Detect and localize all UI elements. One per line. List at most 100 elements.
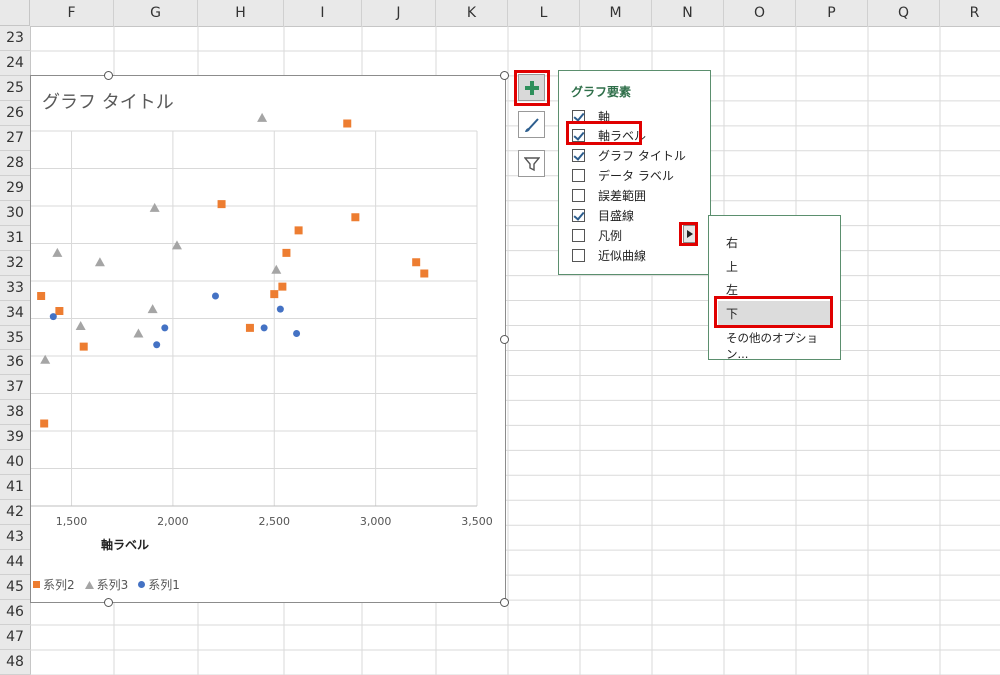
row-header-28[interactable]: 28 [0, 151, 30, 176]
row-header-48[interactable]: 48 [0, 650, 30, 675]
x-tick-label: 2,500 [259, 515, 291, 528]
data-point-square [420, 269, 429, 278]
data-point-square [270, 290, 279, 299]
chart-filters-button[interactable] [518, 150, 545, 177]
row-header-30[interactable]: 30 [0, 201, 30, 226]
legend-option-top[interactable]: 上 [726, 258, 738, 275]
row-header-27[interactable]: 27 [0, 126, 30, 151]
row-header-40[interactable]: 40 [0, 450, 30, 476]
chart-area[interactable]: グラフ タイトル 1,500 2,000 2,500 3,000 3,500 軸ラベル … [30, 75, 506, 603]
row-header-37[interactable]: 37 [0, 375, 30, 401]
row-header-35[interactable]: 35 [0, 326, 30, 351]
column-header-P[interactable]: P [796, 0, 868, 26]
row-header-38[interactable]: 38 [0, 400, 30, 426]
column-header-F[interactable]: F [30, 0, 114, 26]
chart-legend[interactable]: 系列2 系列3 系列1 [33, 576, 180, 593]
row-header-36[interactable]: 36 [0, 350, 30, 376]
highlight-axis-titles-item [566, 121, 642, 145]
legend-entry-series1[interactable]: 系列1 [138, 576, 180, 593]
row-header-46[interactable]: 46 [0, 600, 30, 626]
row-header-bar: 23 24 25 26 27 28 29 30 31 32 33 34 35 36 37 38 39 40 41 42… [0, 26, 31, 675]
row-header-42[interactable]: 42 [0, 500, 30, 526]
data-point-circle [49, 313, 57, 321]
column-header-K[interactable]: K [436, 0, 508, 26]
data-point-square [55, 307, 64, 315]
data-point-triangle [52, 247, 63, 257]
elements-item-trendline[interactable]: 近似曲線 [572, 246, 646, 264]
row-header-47[interactable]: 47 [0, 625, 30, 650]
resize-handle-middle-right[interactable] [500, 335, 509, 344]
row-header-32[interactable]: 32 [0, 251, 30, 276]
data-point-triangle [133, 328, 144, 338]
data-point-circle [153, 341, 161, 349]
row-header-41[interactable]: 41 [0, 475, 30, 501]
column-header-H[interactable]: H [198, 0, 284, 26]
resize-handle-bottom-right[interactable] [500, 598, 509, 607]
resize-handle-top-right[interactable] [500, 71, 509, 80]
elements-item-gridlines[interactable]: 目盛線 [572, 206, 634, 224]
item-label: 目盛線 [598, 208, 635, 223]
elements-item-legend[interactable]: 凡例 [572, 226, 622, 244]
row-header-29[interactable]: 29 [0, 176, 30, 201]
row-header-43[interactable]: 43 [0, 525, 30, 551]
item-label: 近似曲線 [598, 248, 647, 263]
plot-area[interactable]: 1,500 2,000 2,500 3,000 3,500 [31, 76, 507, 604]
row-header-25[interactable]: 25 [0, 76, 30, 101]
column-header-O[interactable]: O [724, 0, 796, 26]
column-header-N[interactable]: N [652, 0, 724, 26]
row-header-39[interactable]: 39 [0, 425, 30, 451]
legend-option-more[interactable]: その他のオプション... [726, 330, 840, 362]
row-header-24[interactable]: 24 [0, 51, 30, 76]
checkbox[interactable] [572, 248, 585, 262]
checkbox[interactable] [572, 228, 585, 242]
data-point-triangle [271, 264, 282, 274]
brush-icon [524, 117, 539, 132]
row-header-26[interactable]: 26 [0, 101, 30, 126]
resize-handle-bottom-left[interactable] [104, 598, 113, 607]
x-tick-label: 2,000 [157, 515, 189, 528]
checkbox[interactable] [572, 168, 585, 182]
resize-handle-top-left[interactable] [104, 71, 113, 80]
data-point-square [343, 119, 352, 128]
elements-item-error-bars[interactable]: 誤差範囲 [572, 186, 646, 204]
legend-label: 系列2 [43, 578, 75, 592]
legend-entry-series2[interactable]: 系列2 [33, 576, 75, 593]
x-tick-label: 3,000 [360, 515, 392, 528]
item-label: 誤差範囲 [598, 188, 647, 203]
column-header-L[interactable]: L [508, 0, 580, 26]
legend-entry-series3[interactable]: 系列3 [84, 576, 128, 593]
checkbox[interactable] [572, 188, 585, 202]
checkbox[interactable] [572, 148, 585, 162]
elements-item-data-labels[interactable]: データ ラベル [572, 166, 674, 184]
x-tick-label: 3,500 [461, 515, 493, 528]
column-header-M[interactable]: M [580, 0, 652, 26]
chart-styles-button[interactable] [518, 111, 545, 138]
legend-option-right[interactable]: 右 [726, 234, 738, 251]
select-all-corner[interactable] [0, 0, 30, 26]
column-header-J[interactable]: J [362, 0, 436, 26]
column-header-R[interactable]: R [940, 0, 1000, 26]
column-header-Q[interactable]: Q [868, 0, 940, 26]
data-point-triangle [171, 240, 182, 250]
row-header-44[interactable]: 44 [0, 550, 30, 576]
elements-item-chart-title[interactable]: グラフ タイトル [572, 146, 686, 164]
column-header-I[interactable]: I [284, 0, 362, 26]
row-header-31[interactable]: 31 [0, 226, 30, 251]
data-point-circle [260, 324, 268, 332]
row-header-45[interactable]: 45 [0, 575, 30, 601]
column-header-G[interactable]: G [114, 0, 198, 26]
row-header-34[interactable]: 34 [0, 301, 30, 326]
data-point-circle [293, 330, 301, 337]
column-header-bar: FGHIJKLMNOPQR [30, 0, 1000, 27]
row-header-33[interactable]: 33 [0, 276, 30, 301]
row-header-23[interactable]: 23 [0, 26, 30, 51]
highlight-legend-arrow [679, 222, 698, 246]
x-axis-label[interactable]: 軸ラベル [101, 536, 149, 553]
checkbox[interactable] [572, 208, 585, 222]
triangle-marker-icon [84, 580, 94, 589]
data-point-triangle [75, 321, 86, 330]
data-point-square [37, 292, 46, 300]
circle-marker-icon [138, 581, 146, 588]
data-point-square [245, 323, 254, 332]
data-point-square [278, 282, 287, 291]
